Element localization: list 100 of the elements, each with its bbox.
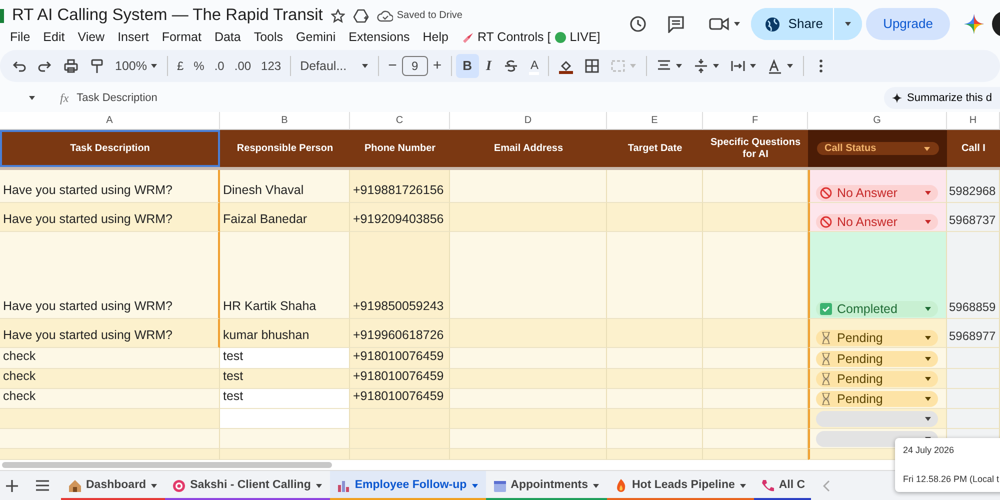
- sheet-tab[interactable]: All C: [754, 470, 812, 500]
- text-color-button[interactable]: A: [524, 54, 544, 78]
- font-size-field[interactable]: 9: [402, 56, 428, 76]
- hourglass-icon: [820, 393, 832, 405]
- header-cell[interactable]: Task Description: [0, 130, 220, 170]
- header-cell[interactable]: Call I: [947, 130, 1000, 170]
- table-cell: Have you started using WRM?: [0, 203, 220, 232]
- caret-icon: [924, 190, 932, 196]
- menu-item[interactable]: Gemini: [296, 28, 336, 47]
- strikethrough-icon[interactable]: [503, 58, 520, 74]
- column-header[interactable]: B: [220, 112, 350, 130]
- table-cell: 5982968: [947, 170, 1000, 203]
- percent-button[interactable]: %: [188, 54, 210, 78]
- column-header[interactable]: D: [450, 112, 607, 130]
- caret-icon: [844, 21, 852, 27]
- column-header[interactable]: F: [703, 112, 808, 130]
- table-cell: Faizal Banedar: [220, 203, 350, 232]
- caret-icon: [924, 376, 932, 382]
- decrease-font-size-button[interactable]: −: [383, 54, 402, 78]
- header-cell[interactable]: Specific Questions for AI: [703, 130, 808, 170]
- column-header[interactable]: A: [0, 112, 220, 130]
- fill-color-icon[interactable]: [558, 58, 574, 74]
- scrollbar-thumb[interactable]: [2, 462, 332, 468]
- sparkle-icon[interactable]: [964, 14, 984, 34]
- sheet-tab[interactable]: Dashboard: [61, 470, 166, 500]
- menu-item[interactable]: Format: [162, 28, 202, 47]
- header-cell[interactable]: Email Address: [450, 130, 607, 170]
- text-wrap-icon[interactable]: [730, 58, 746, 74]
- sheet-tab[interactable]: Sakshi - Client Calling: [165, 470, 330, 500]
- caret-icon: [733, 21, 742, 27]
- column-header[interactable]: H: [947, 112, 1000, 130]
- caret-icon: [924, 396, 932, 402]
- drive-icon[interactable]: [352, 8, 369, 22]
- column-header[interactable]: G: [808, 112, 947, 130]
- sheet-tab[interactable]: Hot Leads Pipeline: [606, 470, 754, 500]
- header-filter-dropdown[interactable]: Call Status: [816, 142, 938, 156]
- currency-button[interactable]: £: [172, 54, 189, 78]
- borders-icon[interactable]: [584, 58, 600, 74]
- header-cell[interactable]: Target Date: [607, 130, 703, 170]
- header-cell[interactable]: Phone Number: [350, 130, 450, 170]
- menu-item[interactable]: Insert: [118, 28, 149, 47]
- status-dropdown[interactable]: No Answer: [816, 214, 938, 230]
- text-rotation-icon[interactable]: [767, 58, 784, 74]
- status-dropdown[interactable]: Completed: [816, 301, 938, 317]
- menu-item[interactable]: View: [78, 28, 105, 47]
- comment-icon[interactable]: [667, 15, 686, 33]
- caret-icon: [150, 482, 158, 488]
- menu-icon[interactable]: [36, 480, 49, 491]
- table-cell: check: [0, 369, 220, 389]
- zoom-dropdown[interactable]: 100%: [110, 54, 163, 78]
- caret-icon: [150, 63, 158, 69]
- menu-item[interactable]: Extensions: [348, 28, 410, 47]
- history-icon[interactable]: [629, 15, 648, 33]
- star-icon[interactable]: [330, 8, 345, 22]
- header-cell[interactable]: Responsible Person: [220, 130, 350, 170]
- cloud-icon: [376, 10, 393, 22]
- summarize-button[interactable]: Summarize this d: [884, 87, 1000, 109]
- menu-item[interactable]: RT Controls [: [478, 28, 551, 47]
- sheet-tab[interactable]: Employee Follow-up: [330, 470, 486, 500]
- number-format-button[interactable]: 123: [256, 54, 286, 78]
- menu-item[interactable]: File: [10, 28, 30, 47]
- video-icon[interactable]: [709, 16, 730, 32]
- status-dropdown[interactable]: Pending: [816, 351, 938, 367]
- increase-font-size-button[interactable]: +: [428, 54, 447, 78]
- sheet-tab[interactable]: Appointments: [486, 470, 607, 500]
- font-dropdown[interactable]: Defaul...: [295, 54, 374, 78]
- caret-icon: [786, 63, 794, 69]
- menu-item[interactable]: Tools: [254, 28, 284, 47]
- increase-decimals-button[interactable]: .00: [229, 54, 256, 78]
- paint-format-icon[interactable]: [89, 58, 105, 74]
- table-cell: test: [220, 389, 350, 409]
- column-header[interactable]: C: [350, 112, 450, 130]
- caret-icon: [675, 63, 684, 69]
- target-icon: [172, 478, 186, 492]
- decrease-decimals-button[interactable]: .0: [209, 54, 230, 78]
- status-dropdown[interactable]: Pending: [816, 371, 938, 387]
- bold-button[interactable]: B: [456, 54, 479, 78]
- status-dropdown[interactable]: Pending: [816, 330, 938, 346]
- table-cell: 5968737: [947, 203, 1000, 232]
- caret-icon: [28, 95, 36, 101]
- table-cell: test: [220, 369, 350, 389]
- column-header[interactable]: E: [607, 112, 703, 130]
- document-title[interactable]: RT AI Calling System — The Rapid Transit: [12, 3, 323, 28]
- caret-icon: [470, 482, 479, 488]
- status-dropdown[interactable]: No Answer: [816, 185, 938, 201]
- menu-item[interactable]: Edit: [43, 28, 65, 47]
- status-dropdown[interactable]: Pending: [816, 391, 938, 407]
- vertical-align-icon[interactable]: [693, 58, 710, 74]
- menu-item[interactable]: LIVE]: [570, 28, 600, 47]
- italic-button[interactable]: I: [479, 54, 498, 78]
- save-status: Saved to Drive: [396, 9, 462, 23]
- upgrade-button[interactable]: Upgrade: [866, 8, 950, 40]
- table-cell: +919960618726: [350, 319, 450, 348]
- table-cell: +918010076459: [350, 348, 450, 369]
- formula-field[interactable]: Task Description: [76, 90, 158, 106]
- menu-item[interactable]: Help: [422, 28, 448, 47]
- status-dot: [554, 32, 566, 43]
- add-sheet-icon[interactable]: [6, 480, 18, 492]
- menu-item[interactable]: Data: [214, 28, 241, 47]
- print-icon[interactable]: [63, 58, 79, 74]
